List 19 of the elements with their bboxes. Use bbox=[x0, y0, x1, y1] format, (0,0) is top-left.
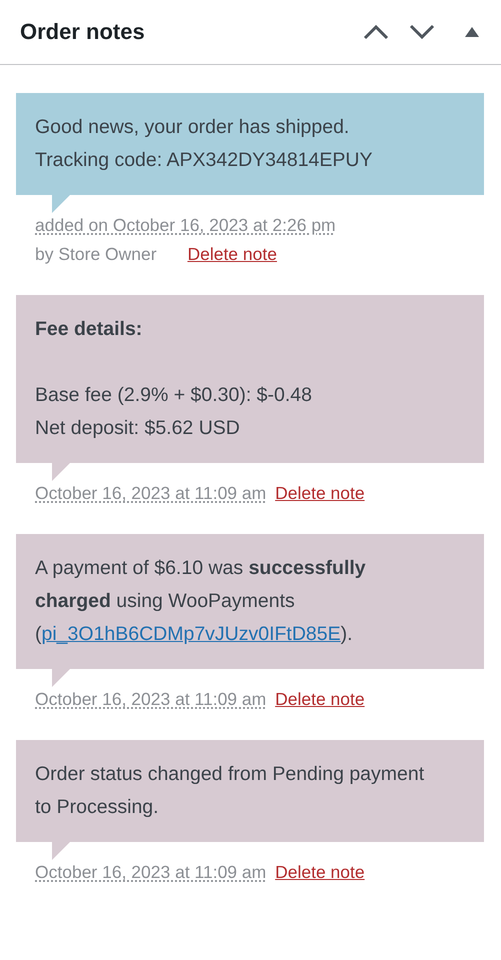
note-date: added on October 16, 2023 at 2:26 pm bbox=[35, 215, 336, 235]
move-up-icon[interactable] bbox=[363, 24, 389, 40]
note-date: October 16, 2023 at 11:09 am bbox=[35, 689, 266, 709]
payment-id-link[interactable]: pi_3O1hB6CDMp7vJUzv0IFtD85E bbox=[42, 623, 341, 645]
note-text: Base fee (2.9% + $0.30): $-0.48 Net deposit: $5.62 USD bbox=[35, 383, 313, 441]
note-text: A payment of $6.10 was successfully charged using WooPayments (pi_3O1hB6CDMp7vJUzv0IFtD85E). bbox=[35, 556, 367, 647]
collapse-triangle-icon[interactable] bbox=[465, 27, 479, 37]
note-date: October 16, 2023 at 11:09 am bbox=[35, 483, 266, 503]
note-author: by Store Owner bbox=[35, 243, 157, 266]
delete-note-link[interactable]: Delete note bbox=[275, 689, 365, 709]
note-text: Order status changed from Pending payment to Processing. bbox=[35, 762, 426, 820]
panel-title: Order notes bbox=[20, 19, 146, 45]
delete-note-link[interactable]: Delete note bbox=[187, 244, 277, 264]
delete-note-link[interactable]: Delete note bbox=[275, 483, 365, 503]
note-date: October 16, 2023 at 11:09 am bbox=[35, 862, 266, 882]
note-text: Good news, your order has shipped. Tracking code: APX342DY34814EPUY bbox=[35, 115, 374, 173]
delete-note-link[interactable]: Delete note bbox=[275, 862, 365, 882]
move-down-icon[interactable] bbox=[409, 24, 435, 40]
note-text: Fee details: bbox=[35, 317, 144, 342]
